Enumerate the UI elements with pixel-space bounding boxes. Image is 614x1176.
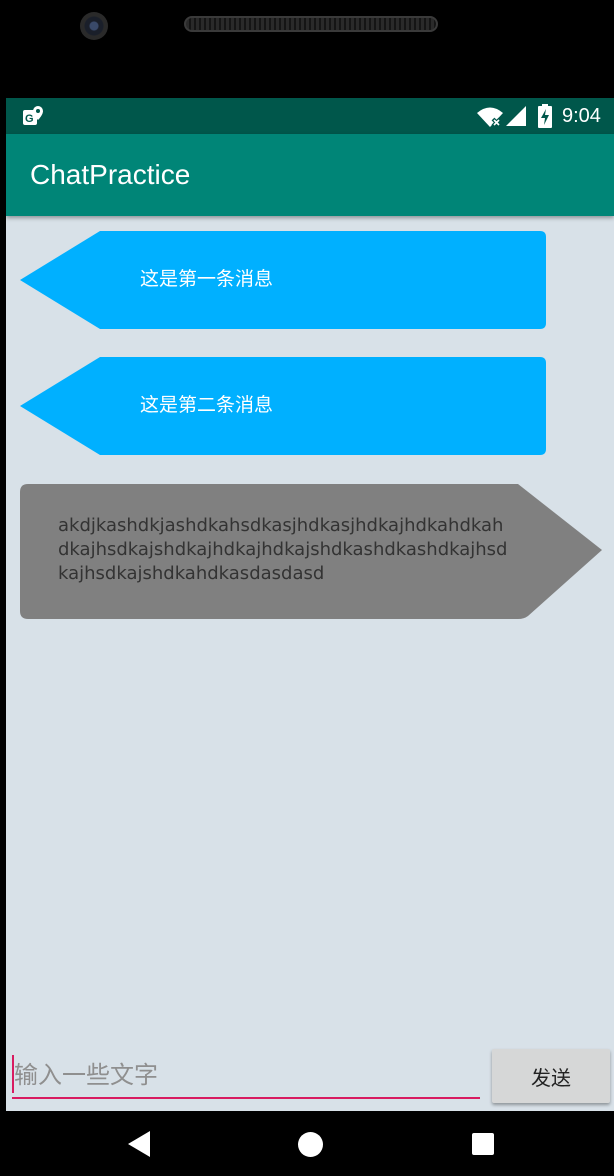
status-time: 9:04 bbox=[562, 105, 601, 127]
recents-icon[interactable] bbox=[472, 1133, 494, 1155]
app-bar: ChatPractice bbox=[6, 134, 614, 216]
battery-charging-icon bbox=[538, 104, 552, 128]
send-button[interactable]: 发送 bbox=[492, 1049, 610, 1103]
status-bar: G 9:04 bbox=[6, 98, 614, 134]
app-title: ChatPractice bbox=[30, 159, 191, 190]
earpiece-speaker bbox=[184, 16, 438, 32]
navigation-bar bbox=[0, 1111, 614, 1176]
maps-notification-icon: G bbox=[23, 106, 43, 125]
bubble-shape bbox=[20, 357, 546, 455]
screen: G 9:04 ChatPractice 这是第一条消息 这是第二条消息 akdj… bbox=[6, 98, 614, 1111]
front-camera bbox=[80, 12, 108, 40]
message-bubble-incoming: 这是第一条消息 bbox=[20, 231, 548, 329]
svg-text:G: G bbox=[25, 113, 34, 125]
message-text: 这是第二条消息 bbox=[140, 394, 274, 416]
message-bubble-incoming: 这是第二条消息 bbox=[20, 357, 548, 455]
compose-bar: 发送 bbox=[6, 1041, 614, 1111]
bubble-shape bbox=[20, 231, 546, 329]
text-cursor bbox=[12, 1055, 14, 1093]
device-top-bezel bbox=[0, 0, 614, 98]
message-text: akdjkashdkjashdkahsdkasjhdkasjhdkajhdkah… bbox=[58, 515, 508, 584]
message-text: 这是第一条消息 bbox=[140, 268, 274, 290]
message-bubble-outgoing: akdjkashdkjashdkahsdkasjhdkasjhdkajhdkah… bbox=[20, 484, 602, 619]
message-input[interactable] bbox=[12, 1053, 480, 1099]
home-icon[interactable] bbox=[298, 1132, 323, 1157]
back-icon[interactable] bbox=[128, 1131, 152, 1157]
signal-icon bbox=[506, 106, 526, 126]
wifi-icon bbox=[477, 107, 503, 128]
